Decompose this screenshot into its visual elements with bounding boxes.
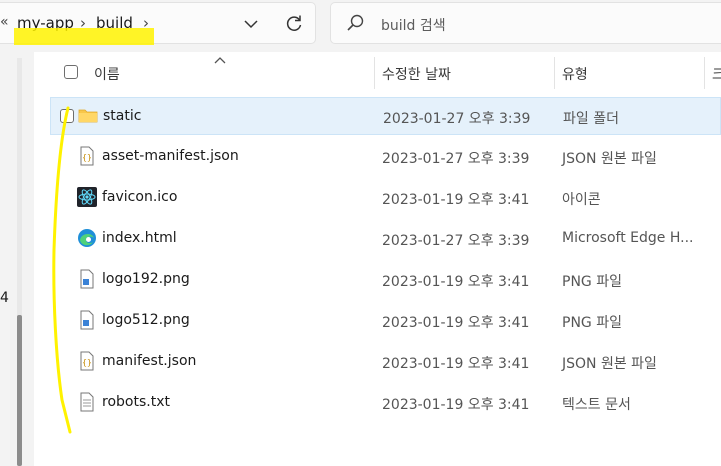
- file-date: 2023-01-19 오후 3:41: [382, 274, 530, 290]
- file-list: 이름 수정한 날짜 유형 크 static 2023-01-27 오후 3:39…: [34, 52, 721, 466]
- column-divider[interactable]: [374, 57, 375, 89]
- file-name: logo512.png: [102, 312, 190, 328]
- file-row-asset-manifest[interactable]: {} asset-manifest.json 2023-01-27 오후 3:3…: [50, 138, 721, 176]
- react-icon: [77, 187, 97, 207]
- svg-text:{}: {}: [82, 358, 92, 367]
- text-file-icon: [80, 392, 94, 412]
- file-name: index.html: [102, 230, 177, 246]
- edge-icon: [78, 229, 96, 247]
- file-date: 2023-01-27 오후 3:39: [382, 233, 530, 249]
- search-icon: [347, 14, 364, 31]
- file-row-static[interactable]: static 2023-01-27 오후 3:39 파일 폴더: [50, 97, 721, 135]
- column-header-name[interactable]: 이름: [94, 64, 120, 84]
- file-date: 2023-01-27 오후 3:39: [383, 111, 531, 127]
- file-type: PNG 파일: [562, 274, 622, 290]
- file-name: robots.txt: [102, 394, 170, 410]
- file-date: 2023-01-19 오후 3:41: [382, 356, 530, 372]
- highlighter-mark: [14, 28, 154, 45]
- image-file-icon: [80, 310, 94, 330]
- column-divider[interactable]: [554, 57, 555, 89]
- select-all-checkbox[interactable]: [64, 65, 78, 79]
- nav-pane-clipped-text: 4: [0, 290, 9, 306]
- file-date: 2023-01-27 오후 3:39: [382, 151, 530, 167]
- overflow-chevron-icon[interactable]: «: [0, 14, 9, 30]
- file-row-index-html[interactable]: index.html 2023-01-27 오후 3:39 Microsoft …: [50, 220, 721, 258]
- file-row-robots[interactable]: robots.txt 2023-01-19 오후 3:41 텍스트 문서: [50, 384, 721, 422]
- file-date: 2023-01-19 오후 3:41: [382, 192, 530, 208]
- file-name: favicon.ico: [102, 189, 178, 205]
- column-header-date[interactable]: 수정한 날짜: [382, 64, 451, 84]
- file-date: 2023-01-19 오후 3:41: [382, 397, 530, 413]
- file-type: 파일 폴더: [563, 111, 619, 127]
- file-type: JSON 원본 파일: [562, 151, 657, 167]
- json-file-icon: {}: [80, 146, 94, 166]
- file-row-manifest[interactable]: {} manifest.json 2023-01-19 오후 3:41 JSON…: [50, 343, 721, 381]
- svg-text:{}: {}: [82, 153, 92, 162]
- file-type: Microsoft Edge H...: [562, 230, 694, 246]
- file-row-logo192[interactable]: logo192.png 2023-01-19 오후 3:41 PNG 파일: [50, 261, 721, 299]
- file-type: 텍스트 문서: [562, 397, 631, 413]
- column-divider[interactable]: [704, 57, 705, 89]
- folder-icon: [78, 109, 98, 123]
- search-input[interactable]: build 검색: [381, 15, 446, 35]
- file-date: 2023-01-19 오후 3:41: [382, 315, 530, 331]
- file-name: manifest.json: [102, 353, 197, 369]
- nav-scrollbar-thumb[interactable]: [17, 315, 22, 466]
- file-type: PNG 파일: [562, 315, 622, 331]
- column-header-row: 이름 수정한 날짜 유형 크: [34, 52, 721, 94]
- file-type: JSON 원본 파일: [562, 356, 657, 372]
- file-row-favicon[interactable]: favicon.ico 2023-01-19 오후 3:41 아이콘: [50, 179, 721, 217]
- refresh-icon[interactable]: [284, 13, 304, 35]
- column-header-type[interactable]: 유형: [562, 64, 588, 84]
- sort-ascending-icon: [214, 57, 226, 64]
- chevron-down-icon[interactable]: [240, 14, 262, 34]
- image-file-icon: [80, 269, 94, 289]
- search-box[interactable]: build 검색: [330, 2, 721, 44]
- file-name: logo192.png: [102, 271, 190, 287]
- file-name: static: [103, 108, 142, 124]
- json-file-icon: {}: [80, 351, 94, 371]
- file-row-logo512[interactable]: logo512.png 2023-01-19 오후 3:41 PNG 파일: [50, 302, 721, 340]
- file-type: 아이콘: [562, 192, 601, 208]
- column-header-size[interactable]: 크: [712, 64, 721, 84]
- row-checkbox[interactable]: [60, 109, 74, 123]
- file-name: asset-manifest.json: [102, 148, 239, 164]
